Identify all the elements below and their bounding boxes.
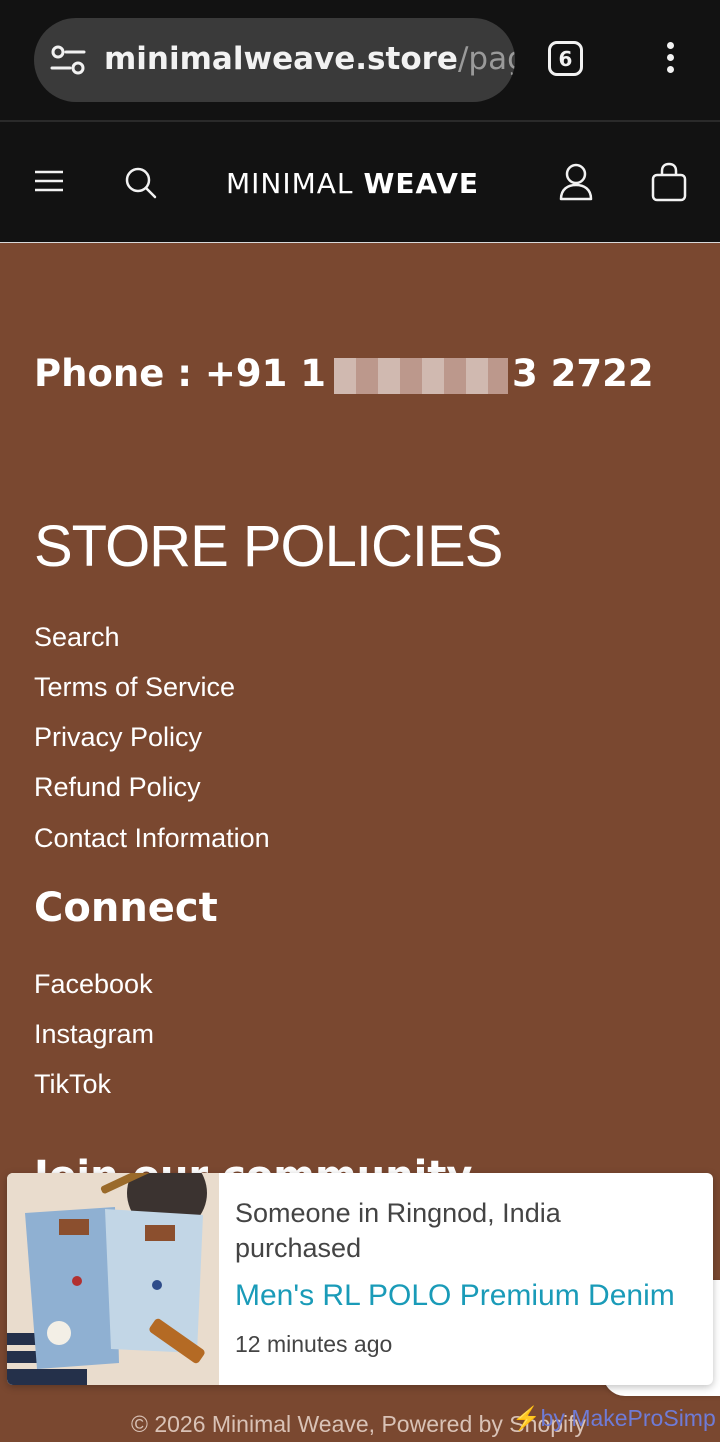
more-vert-icon[interactable] (660, 42, 680, 78)
search-icon[interactable] (124, 166, 158, 200)
product-image (7, 1173, 219, 1385)
phone-prefix: Phone : +91 1 (34, 352, 326, 395)
redacted-area (334, 357, 508, 394)
site-info-icon[interactable] (50, 44, 86, 76)
footer-link-refund[interactable]: Refund Policy (34, 769, 201, 805)
browser-toolbar: minimalweave.store/pages 6 (0, 0, 720, 120)
contact-phone: Phone : +91 1 3 2722 (34, 346, 654, 402)
logo-bold-text: WEAVE (363, 167, 480, 200)
community-heading: Join our community (34, 1148, 534, 1174)
social-link-tiktok[interactable]: TikTok (34, 1066, 111, 1102)
site-logo[interactable]: MINIMAL WEAVE (226, 164, 490, 204)
popup-product-link[interactable]: Men's RL POLO Premium Denim (235, 1276, 675, 1316)
store-policies-heading: STORE POLICIES (34, 514, 503, 579)
footer-link-terms[interactable]: Terms of Service (34, 669, 235, 705)
account-icon[interactable] (558, 163, 594, 201)
hamburger-icon[interactable] (34, 169, 64, 193)
footer-credit-link[interactable]: ⚡by MakeProSimp (512, 1400, 716, 1436)
phone-suffix: 3 2722 (512, 352, 654, 395)
address-bar[interactable]: minimalweave.store/pages (34, 18, 515, 102)
cart-icon[interactable] (651, 162, 687, 202)
popup-location-text: Someone in Ringnod, India (235, 1198, 561, 1228)
site-header: MINIMAL WEAVE (0, 120, 720, 243)
url-text[interactable]: minimalweave.store/pages (104, 38, 515, 80)
footer-link-search[interactable]: Search (34, 619, 120, 655)
footer-link-contact[interactable]: Contact Information (34, 820, 270, 856)
social-link-instagram[interactable]: Instagram (34, 1016, 154, 1052)
social-link-facebook[interactable]: Facebook (34, 966, 153, 1002)
popup-timestamp: 12 minutes ago (235, 1331, 393, 1357)
footer-link-privacy[interactable]: Privacy Policy (34, 719, 202, 755)
url-host: minimalweave.store (104, 41, 458, 77)
popup-action-text: purchased (235, 1233, 362, 1263)
url-path: /pages (457, 41, 515, 77)
connect-heading: Connect (34, 885, 218, 931)
logo-light-text: MINIMAL (226, 167, 354, 200)
tab-switcher-button[interactable]: 6 (548, 41, 583, 76)
